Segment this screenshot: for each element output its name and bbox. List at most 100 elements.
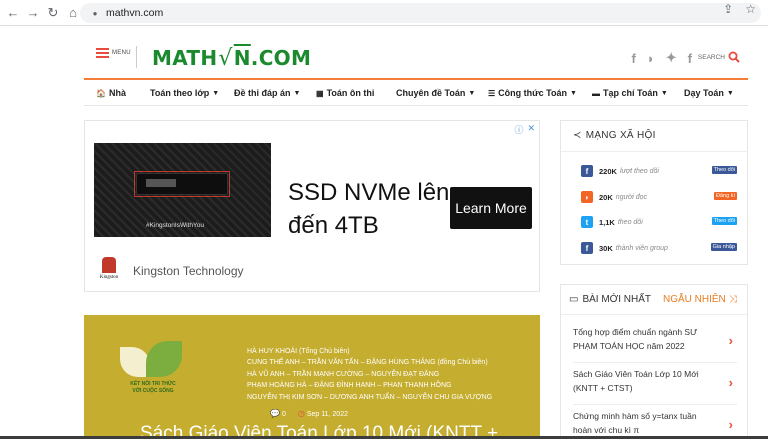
- calculator-icon: ▦: [316, 88, 324, 98]
- nav-item-7[interactable]: ▬ Tạp chí Toán ▼: [592, 88, 668, 98]
- ad-close-icon[interactable]: ✕: [527, 123, 535, 136]
- nav-item-8[interactable]: Dạy Toán ▼: [684, 88, 734, 98]
- nav-item-1[interactable]: 🏠 Nhà: [96, 88, 126, 98]
- caret-down-icon: ▼: [660, 89, 668, 97]
- ad-headline-line-2: đến 4TB: [288, 212, 379, 239]
- twitter-icon[interactable]: ✦: [666, 50, 677, 66]
- post-title[interactable]: Sách Giáo Viên Toán Lớp 10 Mới (KNTT + C…: [573, 367, 711, 395]
- social-count: 1,1K: [599, 217, 615, 227]
- nav-item-3[interactable]: Đề thi đáp án ▼: [234, 88, 300, 98]
- social-row[interactable]: f 30K thành viên group Gia nhập: [581, 241, 737, 255]
- facebook-group-icon[interactable]: f: [688, 51, 692, 66]
- forward-arrow-icon[interactable]: →: [23, 3, 43, 23]
- social-action-button[interactable]: Đăng kí: [714, 192, 737, 200]
- chevron-right-icon[interactable]: ›: [729, 333, 733, 348]
- list-icon: ☰: [488, 88, 496, 98]
- nav-item-label: Tạp chí Toán: [603, 88, 658, 98]
- address-bar[interactable]: ● mathvn.com: [80, 3, 761, 23]
- social-action-button[interactable]: Gia nhập: [710, 243, 737, 251]
- menu-button[interactable]: MENU: [96, 48, 131, 58]
- widget-divider: [561, 151, 747, 152]
- caret-down-icon: ▼: [468, 89, 476, 97]
- chevron-right-icon[interactable]: ›: [729, 375, 733, 390]
- reload-icon[interactable]: ↻: [43, 3, 63, 23]
- ad-learn-more-button[interactable]: Learn More: [450, 187, 532, 229]
- ad-choices[interactable]: ⓘ ✕: [514, 123, 535, 136]
- social-count: 220K: [599, 166, 617, 176]
- logo-prefix: MATH: [152, 46, 218, 70]
- ad-brand-name[interactable]: Kingston Technology: [133, 264, 244, 278]
- clock-icon: ◷: [297, 409, 305, 418]
- comment-count[interactable]: 💬 0: [270, 409, 286, 418]
- logo-suffix: .COM: [250, 46, 312, 70]
- featured-article-card[interactable]: KẾT NỐI TRI THỨC VỚI CUỘC SỐNG HÀ HUY KH…: [84, 315, 540, 439]
- caret-down-icon: ▼: [212, 89, 220, 97]
- author-line: HÀ VŨ ANH – TRẦN MẠNH CƯỜNG – NGUYỄN ĐẠT…: [247, 370, 440, 378]
- post-item[interactable]: Sách Giáo Viên Toán Lớp 10 Mới (KNTT + C…: [573, 367, 737, 405]
- back-arrow-icon[interactable]: ←: [3, 3, 23, 23]
- bookmark-star-icon[interactable]: ☆: [745, 2, 756, 16]
- publisher-caption-line-2: VỚI CUỘC SỐNG: [132, 388, 174, 394]
- rss-icon[interactable]: ◗: [647, 51, 655, 66]
- social-widget: ≺ MẠNG XÃ HỘI f 220K lượt theo dõi Theo dõi…: [560, 120, 748, 265]
- post-title[interactable]: Chứng minh hàm số y=tanx tuần hoàn với c…: [573, 409, 711, 437]
- nav-item-2[interactable]: Toán theo lớp ▼: [150, 88, 219, 98]
- nav-item-6[interactable]: ☰ Công thức Toán ▼: [488, 88, 577, 98]
- ad-headline[interactable]: SSD NVMe lên đến 4TB: [288, 176, 449, 242]
- social-row[interactable]: t 1,1K theo dõi Theo dõi: [581, 215, 737, 229]
- chevron-right-icon[interactable]: ›: [729, 417, 733, 432]
- share-nodes-icon: ≺: [573, 130, 582, 141]
- social-row[interactable]: ◗ 20K người đọc Đăng kí: [581, 190, 737, 204]
- url-text: mathvn.com: [106, 7, 164, 19]
- publisher-logo: KẾT NỐI TRI THỨC VỚI CUỘC SỐNG: [116, 341, 190, 399]
- ad-info-icon[interactable]: ⓘ: [514, 123, 523, 136]
- laptop-icon: ▭: [569, 294, 579, 305]
- author-line: PHẠM HOÀNG HÀ – ĐẶNG ĐÌNH HANH – PHAN TH…: [247, 382, 452, 390]
- browser-toolbar: ← → ↻ ⌂ ● mathvn.com ⇪ ☆: [0, 0, 768, 26]
- nav-item-label: Toán theo lớp: [150, 88, 210, 98]
- nav-item-5[interactable]: Chuyên đề Toán ▼: [396, 88, 475, 98]
- social-action-button[interactable]: Theo dõi: [711, 217, 737, 225]
- search-label: SEARCH: [697, 53, 725, 61]
- tab-latest-posts[interactable]: ▭ BÀI MỚI NHẤT: [569, 294, 651, 305]
- comment-count-value: 0: [281, 411, 286, 418]
- site-logo[interactable]: MATH √ N .COM: [152, 46, 311, 71]
- nav-item-label: Chuyên đề Toán: [396, 88, 466, 98]
- rss-icon: ◗: [581, 191, 593, 203]
- posts-tabs: ▭ BÀI MỚI NHẤT NGẪU NHIÊN ⤨: [561, 285, 747, 315]
- post-title[interactable]: Tổng hợp điểm chuẩn ngành SƯ PHẠM TOÁN H…: [573, 325, 711, 353]
- tab-random-posts[interactable]: NGẪU NHIÊN ⤨: [663, 294, 737, 305]
- share-icon[interactable]: ⇪: [723, 2, 733, 16]
- leaf-shape: [146, 341, 182, 377]
- book-authors: HÀ HUY KHOÁI (Tổng Chủ biên) CUNG THẾ ANH…: [247, 346, 492, 403]
- facebook-icon: f: [581, 165, 593, 177]
- site-header: MENU MATH √ N .COM f ◗ ✦ f SEARCH: [84, 36, 748, 80]
- logo-root: √: [218, 46, 233, 71]
- social-row[interactable]: f 220K lượt theo dõi Theo dõi: [581, 164, 737, 178]
- facebook-group-icon: f: [581, 242, 593, 254]
- address-bar-actions: ⇪ ☆: [723, 2, 756, 16]
- main-navigation: 🏠 Nhà Toán theo lớp ▼ Đề thi đáp án ▼ ▦ Toán ôn…: [84, 82, 748, 106]
- post-item[interactable]: Tổng hợp điểm chuẩn ngành SƯ PHẠM TOÁN H…: [573, 325, 737, 363]
- ad-product-image[interactable]: #KingstonIsWithYou: [94, 143, 271, 237]
- advertisement[interactable]: ⓘ ✕ #KingstonIsWithYou SSD NVMe lên đến …: [84, 120, 540, 292]
- publish-date: ◷ Sep 11, 2022: [298, 409, 348, 418]
- header-divider: [136, 46, 137, 68]
- facebook-icon[interactable]: f: [632, 51, 636, 66]
- post-item[interactable]: Chứng minh hàm số y=tanx tuần hoàn với c…: [573, 409, 737, 439]
- nav-item-label: Toán ôn thi: [326, 88, 375, 98]
- publisher-caption-line-1: KẾT NỐI TRI THỨC: [130, 381, 176, 387]
- ad-image-tag: #KingstonIsWithYou: [146, 222, 204, 229]
- search-button[interactable]: SEARCH: [698, 51, 740, 63]
- tab-latest-label: BÀI MỚI NHẤT: [582, 294, 652, 305]
- lock-icon: ●: [92, 8, 98, 18]
- tab-random-label: NGẪU NHIÊN: [663, 294, 726, 305]
- nav-item-4[interactable]: ▦ Toán ôn thi: [316, 88, 374, 98]
- posts-widget: ▭ BÀI MỚI NHẤT NGẪU NHIÊN ⤨ Tổng hợp điể…: [560, 284, 748, 439]
- social-widget-title: ≺ MẠNG XÃ HỘI: [573, 130, 656, 141]
- nav-item-label: Dạy Toán: [684, 88, 724, 98]
- social-count: 30K: [599, 243, 613, 253]
- author-line: CUNG THẾ ANH – TRẦN VĂN TẤN – ĐẶNG HÙNG …: [247, 359, 488, 367]
- logo-n: N: [233, 46, 251, 70]
- social-action-button[interactable]: Theo dõi: [711, 166, 737, 174]
